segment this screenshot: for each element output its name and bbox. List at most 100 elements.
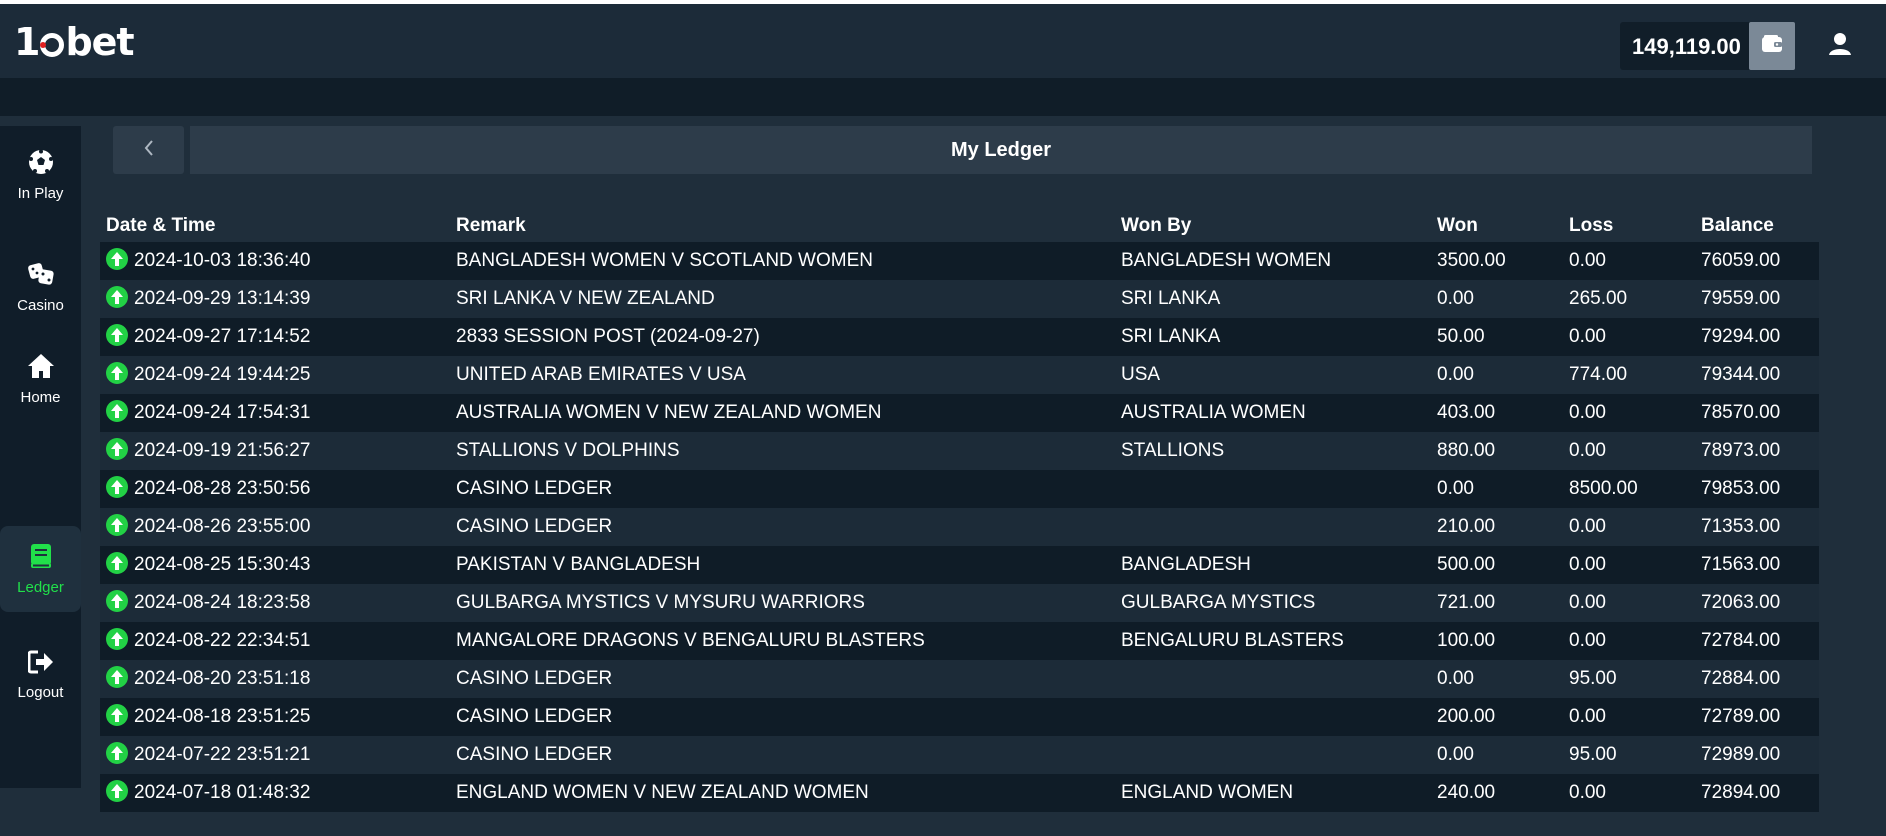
cell-remark-text: AUSTRALIA WOMEN V NEW ZEALAND WOMEN — [456, 402, 882, 423]
soccer-ball-icon — [28, 149, 54, 179]
cell-remark-text: ENGLAND WOMEN V NEW ZEALAND WOMEN — [456, 782, 869, 803]
cell-remark: CASINO LEDGER — [450, 660, 1115, 698]
ledger-book-icon — [29, 543, 53, 573]
cell-won-by-text: ENGLAND WOMEN — [1121, 782, 1294, 803]
cell-won-text: 0.00 — [1437, 478, 1474, 499]
cell-won-by: BANGLADESH WOMEN — [1115, 242, 1431, 280]
table-row[interactable]: 2024-08-22 22:34:51 MANGALORE DRAGONS V B… — [100, 622, 1819, 660]
cell-date-time-text: 2024-07-22 23:51:21 — [134, 744, 311, 765]
table-row[interactable]: 2024-09-24 17:54:31 AUSTRALIA WOMEN V NEW… — [100, 394, 1819, 432]
cell-won-by: SRI LANKA — [1115, 280, 1431, 318]
cell-loss-text: 0.00 — [1569, 326, 1606, 347]
cell-balance: 72063.00 — [1695, 584, 1819, 622]
table-row[interactable]: 2024-08-18 23:51:25 CASINO LEDGER 200.00 0.… — [100, 698, 1819, 736]
cell-won-by — [1115, 470, 1431, 508]
column-header-balance[interactable]: Balance — [1695, 210, 1819, 242]
cell-won-by-text: GULBARGA MYSTICS — [1121, 592, 1316, 613]
cell-remark-text: MANGALORE DRAGONS V BENGALURU BLASTERS — [456, 630, 925, 651]
table-header-row: Date & Time Remark Won By Won Loss Balan… — [100, 210, 1819, 242]
cell-won-by-text: AUSTRALIA WOMEN — [1121, 402, 1306, 423]
cell-won-text: 880.00 — [1437, 440, 1496, 461]
cell-loss: 0.00 — [1563, 546, 1695, 584]
sidebar-item-home[interactable]: Home — [0, 336, 81, 422]
cell-remark: UNITED ARAB EMIRATES V USA — [450, 356, 1115, 394]
table-row[interactable]: 2024-08-20 23:51:18 CASINO LEDGER 0.00 95.0… — [100, 660, 1819, 698]
column-header-won[interactable]: Won — [1431, 210, 1563, 242]
table-row[interactable]: 2024-09-27 17:14:52 2833 SESSION POST (20… — [100, 318, 1819, 356]
cell-balance: 71353.00 — [1695, 508, 1819, 546]
cell-won-by: USA — [1115, 356, 1431, 394]
cell-won: 210.00 — [1431, 508, 1563, 546]
cell-won: 721.00 — [1431, 584, 1563, 622]
table-row[interactable]: 2024-10-03 18:36:40 BANGLADESH WOMEN V SC… — [100, 242, 1819, 280]
sidebar-item-label: Home — [20, 388, 61, 406]
cell-won-by-text: BENGALURU BLASTERS — [1121, 630, 1344, 651]
sidebar-item-logout[interactable]: Logout — [0, 632, 81, 718]
column-header-remark[interactable]: Remark — [450, 210, 1115, 242]
cell-loss: 0.00 — [1563, 432, 1695, 470]
arrow-up-icon — [106, 589, 128, 612]
column-header-loss[interactable]: Loss — [1563, 210, 1695, 242]
back-button[interactable] — [113, 126, 184, 174]
cell-date-time-text: 2024-08-24 18:23:58 — [134, 592, 311, 613]
cell-won-by: BANGLADESH — [1115, 546, 1431, 584]
cell-won-by: GULBARGA MYSTICS — [1115, 584, 1431, 622]
cell-won-by — [1115, 698, 1431, 736]
cell-remark-text: CASINO LEDGER — [456, 744, 613, 765]
app-header: 1 bet 149,119.00 — [0, 4, 1886, 78]
cell-loss: 0.00 — [1563, 508, 1695, 546]
cell-remark-text: CASINO LEDGER — [456, 668, 613, 689]
brand-logo[interactable]: 1 bet — [14, 22, 135, 62]
cell-balance-text: 72789.00 — [1701, 706, 1781, 727]
cell-balance-text: 79559.00 — [1701, 288, 1781, 309]
cell-won-by: AUSTRALIA WOMEN — [1115, 394, 1431, 432]
cell-date-time: 2024-08-25 15:30:43 — [100, 546, 450, 584]
sidebar-item-ledger[interactable]: Ledger — [0, 526, 81, 612]
cell-balance-text: 76059.00 — [1701, 250, 1781, 271]
sub-header-bar — [0, 78, 1886, 116]
cell-remark: CASINO LEDGER — [450, 736, 1115, 774]
cell-date-time: 2024-09-29 13:14:39 — [100, 280, 450, 318]
user-account-button[interactable] — [1824, 28, 1856, 64]
cell-won-text: 403.00 — [1437, 402, 1496, 423]
sidebar-item-label: In Play — [17, 184, 64, 202]
cell-date-time-text: 2024-08-28 23:50:56 — [134, 478, 311, 499]
table-row[interactable]: 2024-08-25 15:30:43 PAKISTAN V BANGLADESH… — [100, 546, 1819, 584]
cell-won-text: 100.00 — [1437, 630, 1496, 651]
user-icon — [1829, 32, 1851, 61]
column-header-won-by[interactable]: Won By — [1115, 210, 1431, 242]
cell-won-text: 0.00 — [1437, 364, 1474, 385]
cell-balance-text: 79344.00 — [1701, 364, 1781, 385]
cell-remark-text: GULBARGA MYSTICS V MYSURU WARRIORS — [456, 592, 865, 613]
table-row[interactable]: 2024-07-22 23:51:21 CASINO LEDGER 0.00 95.0… — [100, 736, 1819, 774]
cell-remark: CASINO LEDGER — [450, 698, 1115, 736]
column-header-date-time[interactable]: Date & Time — [100, 210, 450, 242]
cell-loss-text: 265.00 — [1569, 288, 1628, 309]
wallet-button[interactable] — [1749, 22, 1795, 70]
cell-date-time-text: 2024-08-22 22:34:51 — [134, 630, 311, 651]
cell-loss-text: 0.00 — [1569, 782, 1606, 803]
table-row[interactable]: 2024-08-28 23:50:56 CASINO LEDGER 0.00 8500… — [100, 470, 1819, 508]
table-row[interactable]: 2024-09-19 21:56:27 STALLIONS V DOLPHINS S… — [100, 432, 1819, 470]
cell-balance: 72894.00 — [1695, 774, 1819, 812]
sidebar-item-casino[interactable]: Casino — [0, 244, 81, 330]
cell-balance: 72784.00 — [1695, 622, 1819, 660]
table-row[interactable]: 2024-08-24 18:23:58 GULBARGA MYSTICS V MY… — [100, 584, 1819, 622]
chevron-left-icon — [143, 137, 155, 163]
table-row[interactable]: 2024-09-29 13:14:39 SRI LANKA V NEW ZEALA… — [100, 280, 1819, 318]
arrow-up-icon — [106, 741, 128, 764]
cell-date-time-text: 2024-09-19 21:56:27 — [134, 440, 311, 461]
cell-date-time-text: 2024-09-29 13:14:39 — [134, 288, 311, 309]
table-row[interactable]: 2024-07-18 01:48:32 ENGLAND WOMEN V NEW Z… — [100, 774, 1819, 812]
cell-loss-text: 0.00 — [1569, 516, 1606, 537]
cell-date-time-text: 2024-09-24 17:54:31 — [134, 402, 311, 423]
table-row[interactable]: 2024-08-26 23:55:00 CASINO LEDGER 210.00 0.… — [100, 508, 1819, 546]
cell-loss-text: 0.00 — [1569, 250, 1606, 271]
sidebar-item-in-play[interactable]: In Play — [0, 132, 81, 218]
cell-date-time: 2024-07-22 23:51:21 — [100, 736, 450, 774]
cell-date-time-text: 2024-08-18 23:51:25 — [134, 706, 311, 727]
cell-remark-text: STALLIONS V DOLPHINS — [456, 440, 680, 461]
cell-loss-text: 8500.00 — [1569, 478, 1638, 499]
cell-date-time-text: 2024-08-20 23:51:18 — [134, 668, 311, 689]
table-row[interactable]: 2024-09-24 19:44:25 UNITED ARAB EMIRATES … — [100, 356, 1819, 394]
